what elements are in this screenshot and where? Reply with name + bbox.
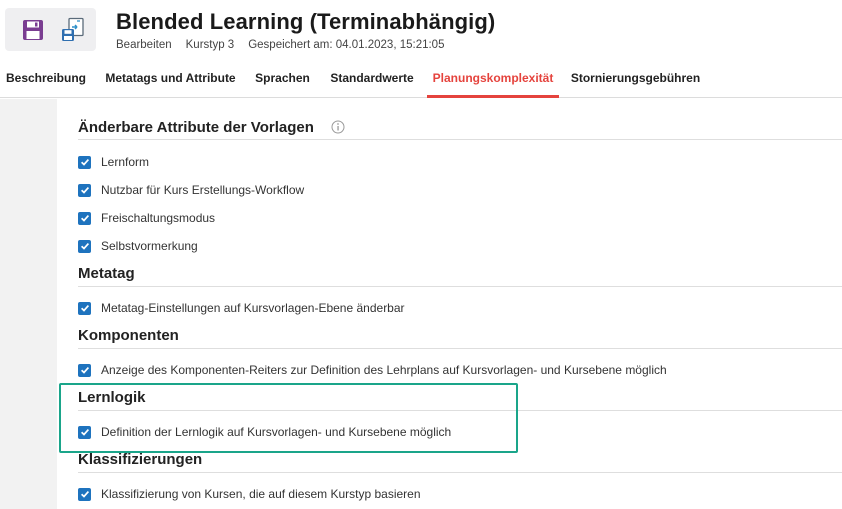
checkbox[interactable]: [78, 363, 91, 377]
checkbox[interactable]: [78, 155, 91, 169]
checkmark-icon: [80, 305, 89, 312]
checkbox[interactable]: [78, 183, 91, 197]
page-header: Blended Learning (Terminabhängig) Bearbe…: [0, 0, 842, 58]
checkbox[interactable]: [78, 211, 91, 225]
tab-bar: Beschreibung Metatags und Attribute Spra…: [0, 58, 842, 98]
saved-timestamp: Gespeichert am: 04.01.2023, 15:21:05: [248, 39, 445, 51]
checkbox-label: Nutzbar für Kurs Erstellungs-Workflow: [101, 183, 305, 197]
checkbox-row-selbstvormerkung[interactable]: Selbstvormerkung: [78, 238, 198, 254]
save-icon: [23, 19, 43, 40]
tab-metatags-und-attribute[interactable]: Metatags und Attribute: [101, 58, 240, 98]
checkbox-label: Definition der Lernlogik auf Kursvorlage…: [101, 425, 452, 439]
save-button[interactable]: [19, 16, 47, 44]
checkbox[interactable]: [78, 425, 91, 439]
checkbox-row-klassifizierung[interactable]: Klassifizierung von Kursen, die auf dies…: [78, 486, 421, 502]
tab-planungskomplexitaet[interactable]: Planungskomplexität: [427, 58, 559, 98]
checkmark-icon: [80, 491, 89, 498]
section-divider: [78, 410, 842, 411]
section-title-metatag: Metatag: [78, 265, 135, 282]
checkbox-row-lernform[interactable]: Lernform: [78, 154, 149, 170]
tab-sprachen[interactable]: Sprachen: [249, 58, 316, 98]
tab-beschreibung[interactable]: Beschreibung: [0, 58, 92, 98]
checkbox-label: Klassifizierung von Kursen, die auf dies…: [101, 487, 421, 501]
section-title-komponenten: Komponenten: [78, 327, 179, 344]
checkmark-icon: [80, 429, 89, 436]
checkbox-row-lernlogik[interactable]: Definition der Lernlogik auf Kursvorlage…: [78, 424, 451, 440]
checkbox-label: Selbstvormerkung: [101, 239, 198, 253]
export-icon: [62, 17, 84, 41]
page-title: Blended Learning (Terminabhängig): [116, 9, 496, 34]
section-title-klassifizierungen: Klassifizierungen: [78, 451, 203, 468]
checkbox[interactable]: [78, 487, 91, 501]
section-divider: [78, 139, 842, 140]
section-divider: [78, 348, 842, 349]
checkbox-label: Anzeige des Komponenten-Reiters zur Defi…: [101, 363, 667, 377]
checkmark-icon: [80, 367, 89, 374]
checkbox-row-kurs-workflow[interactable]: Nutzbar für Kurs Erstellungs-Workflow: [78, 182, 304, 198]
section-divider: [78, 472, 842, 473]
tab-stornierungsgebuehren[interactable]: Stornierungsgebühren: [568, 58, 703, 98]
tab-standardwerte[interactable]: Standardwerte: [325, 58, 419, 98]
settings-content: Änderbare Attribute der Vorlagen Lernfor…: [78, 99, 842, 509]
toolbar: [5, 8, 96, 51]
section-divider: [78, 286, 842, 287]
section-title-template-attributes: Änderbare Attribute der Vorlagen: [78, 119, 314, 136]
checkbox-label: Freischaltungsmodus: [101, 211, 216, 225]
checkbox-row-komponenten-reiter[interactable]: Anzeige des Komponenten-Reiters zur Defi…: [78, 362, 667, 378]
course-type-label: Kurstyp 3: [185, 39, 235, 51]
export-button[interactable]: [59, 16, 87, 44]
side-panel: [0, 99, 57, 509]
checkbox-row-metatag-settings[interactable]: Metatag-Einstellungen auf Kursvorlagen-E…: [78, 300, 405, 316]
checkbox-label: Metatag-Einstellungen auf Kursvorlagen-E…: [101, 301, 405, 315]
mode-label: Bearbeiten: [116, 39, 172, 51]
checkbox[interactable]: [78, 301, 91, 315]
page-meta: Bearbeiten Kurstyp 3 Gespeichert am: 04.…: [116, 39, 444, 51]
checkmark-icon: [80, 215, 89, 222]
checkmark-icon: [80, 159, 89, 166]
checkbox-row-freischaltungsmodus[interactable]: Freischaltungsmodus: [78, 210, 215, 226]
checkbox[interactable]: [78, 239, 91, 253]
checkmark-icon: [80, 187, 89, 194]
checkmark-icon: [80, 243, 89, 250]
section-title-lernlogik: Lernlogik: [78, 389, 146, 406]
checkbox-label: Lernform: [101, 155, 150, 169]
info-icon[interactable]: [331, 120, 345, 134]
